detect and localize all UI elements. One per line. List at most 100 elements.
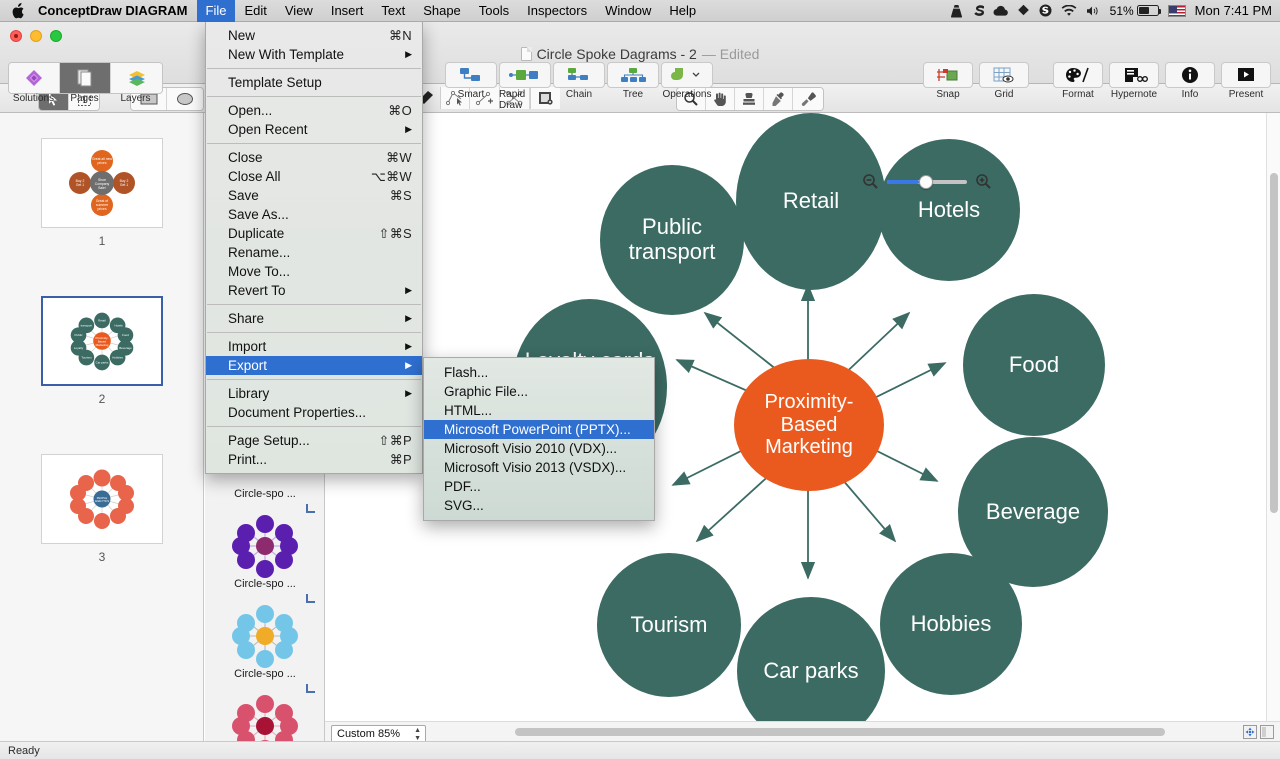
menubar-app-name[interactable]: ConceptDraw DIAGRAM (36, 0, 197, 22)
menu-item-new-shortcut: ⌘N (389, 28, 412, 44)
zoom-slider-knob[interactable] (919, 175, 933, 189)
node-food[interactable]: Food (963, 294, 1105, 436)
stamp-icon[interactable] (735, 88, 764, 110)
node-hotels[interactable]: Hotels (878, 139, 1020, 281)
present-button[interactable]: Present (1220, 62, 1272, 100)
export-item-graphic-file[interactable]: Graphic File... (424, 382, 654, 401)
vertical-scroll-thumb[interactable] (1270, 173, 1278, 513)
format-button[interactable]: Format (1052, 62, 1104, 100)
minimize-window-button[interactable] (30, 30, 42, 42)
grid-button[interactable]: Grid (978, 62, 1030, 100)
node-public-transport[interactable]: Public transport (600, 165, 744, 315)
horizontal-scroll-thumb[interactable] (515, 728, 1165, 736)
dropbox-icon[interactable] (1017, 4, 1030, 17)
operations-button[interactable]: Operations (661, 62, 713, 111)
menu-item-print[interactable]: Print... ⌘P (206, 450, 422, 469)
cloud-upload-icon[interactable] (993, 5, 1008, 17)
page-thumbnail-1[interactable]: Great all newprices ShoeCompanySale! Buy… (0, 138, 204, 248)
menu-item-import[interactable]: Import ▶ (206, 337, 422, 356)
pages-panel[interactable]: Great all newprices ShoeCompanySale! Buy… (0, 113, 204, 741)
menu-item-move-to[interactable]: Move To... (206, 262, 422, 281)
eyedropper-icon[interactable] (764, 88, 793, 110)
menu-item-template-setup[interactable]: Template Setup (206, 73, 422, 92)
menubar-item-window[interactable]: Window (596, 0, 660, 22)
library-item-3-art[interactable] (205, 682, 325, 741)
menu-item-share[interactable]: Share ▶ (206, 309, 422, 328)
wifi-icon[interactable] (1061, 5, 1077, 17)
menu-item-duplicate[interactable]: Duplicate ⇧⌘S (206, 224, 422, 243)
fit-page-icon[interactable] (1243, 725, 1257, 739)
close-window-button[interactable] (10, 30, 22, 42)
library-item-3[interactable]: Circle-spo ... (205, 664, 325, 741)
node-hobbies[interactable]: Hobbies (880, 553, 1022, 695)
menubar-item-help[interactable]: Help (660, 0, 705, 22)
page-thumbnail-3[interactable]: PEOPLEANALYTICS 3 (0, 454, 204, 564)
export-item-svg[interactable]: SVG... (424, 496, 654, 515)
sublime-icon[interactable] (972, 4, 984, 18)
export-item-html[interactable]: HTML... (424, 401, 654, 420)
export-item-flash[interactable]: Flash... (424, 363, 654, 382)
skype-icon[interactable] (1039, 4, 1052, 17)
menubar-item-file[interactable]: File (197, 0, 236, 22)
layers-button[interactable] (111, 63, 162, 93)
menubar-item-inspectors[interactable]: Inspectors (518, 0, 596, 22)
rapid-draw-button[interactable]: Rapid Draw (499, 62, 551, 111)
menu-item-close-all[interactable]: Close All ⌥⌘W (206, 167, 422, 186)
chain-button[interactable]: Chain (553, 62, 605, 111)
maximize-window-button[interactable] (50, 30, 62, 42)
menubar-item-insert[interactable]: Insert (322, 0, 373, 22)
menu-item-revert-to[interactable]: Revert To ▶ (206, 281, 422, 300)
export-item-visio-2013[interactable]: Microsoft Visio 2013 (VSDX)... (424, 458, 654, 477)
menu-item-library[interactable]: Library ▶ (206, 384, 422, 403)
canvas-vertical-scrollbar[interactable] (1266, 113, 1280, 728)
solutions-button[interactable] (9, 63, 60, 93)
canvas-horizontal-scrollbar[interactable] (325, 721, 1280, 741)
page-1-preview[interactable]: Great all newprices ShoeCompanySale! Buy… (41, 138, 163, 228)
menubar-item-shape[interactable]: Shape (414, 0, 470, 22)
battery-status[interactable]: 51% (1110, 4, 1159, 18)
zoom-out-icon[interactable] (862, 173, 879, 190)
menubar-item-text[interactable]: Text (372, 0, 414, 22)
tree-button[interactable]: Tree (607, 62, 659, 111)
zoom-slider[interactable] (887, 180, 967, 184)
menu-item-open[interactable]: Open... ⌘O (206, 101, 422, 120)
export-item-pdf[interactable]: PDF... (424, 477, 654, 496)
menu-item-page-setup[interactable]: Page Setup... ⇧⌘P (206, 431, 422, 450)
menu-item-close[interactable]: Close ⌘W (206, 148, 422, 167)
apple-icon[interactable] (0, 3, 36, 19)
vlc-icon[interactable] (950, 4, 963, 18)
snap-button[interactable]: Snap (922, 62, 974, 100)
node-retail[interactable]: Retail (736, 113, 886, 290)
export-item-visio-2010[interactable]: Microsoft Visio 2010 (VDX)... (424, 439, 654, 458)
split-view-icon[interactable] (1260, 725, 1274, 739)
export-item-powerpoint[interactable]: Microsoft PowerPoint (PPTX)... (424, 420, 654, 439)
zoom-in-icon[interactable] (975, 173, 992, 190)
volume-icon[interactable] (1086, 5, 1101, 17)
menu-item-new[interactable]: New ⌘N (206, 26, 422, 45)
page-3-preview[interactable]: PEOPLEANALYTICS (41, 454, 163, 544)
menubar-item-view[interactable]: View (276, 0, 322, 22)
menu-item-save-as[interactable]: Save As... (206, 205, 422, 224)
menubar-item-tools[interactable]: Tools (470, 0, 518, 22)
menu-item-open-recent[interactable]: Open Recent ▶ (206, 120, 422, 139)
node-center-proximity-based-marketing[interactable]: Proximity- Based Marketing (734, 359, 884, 491)
page-2-preview[interactable]: RetailHotelsFood BeverageHobbiesCar park… (41, 296, 163, 386)
menubar-clock[interactable]: Mon 7:41 PM (1195, 3, 1272, 18)
export-submenu[interactable]: Flash... Graphic File... HTML... Microso… (423, 357, 655, 521)
menu-item-rename[interactable]: Rename... (206, 243, 422, 262)
us-flag-icon[interactable] (1168, 5, 1186, 17)
ellipse-icon[interactable] (167, 88, 203, 110)
menu-item-document-properties[interactable]: Document Properties... (206, 403, 422, 422)
info-button[interactable]: Info (1164, 62, 1216, 100)
file-menu-dropdown[interactable]: New ⌘N New With Template ▶ Template Setu… (205, 22, 423, 474)
menu-item-new-with-template[interactable]: New With Template ▶ (206, 45, 422, 64)
hypernote-button[interactable]: Hypernote (1108, 62, 1160, 100)
menu-item-export[interactable]: Export ▶ (206, 356, 422, 375)
pages-button[interactable] (60, 63, 111, 93)
menu-item-save[interactable]: Save ⌘S (206, 186, 422, 205)
node-tourism[interactable]: Tourism (597, 553, 741, 697)
smart-connector-button[interactable]: Smart (445, 62, 497, 111)
menubar-item-edit[interactable]: Edit (235, 0, 275, 22)
page-thumbnail-2[interactable]: RetailHotelsFood BeverageHobbiesCar park… (0, 296, 204, 406)
paint-brush-icon[interactable] (793, 88, 822, 110)
